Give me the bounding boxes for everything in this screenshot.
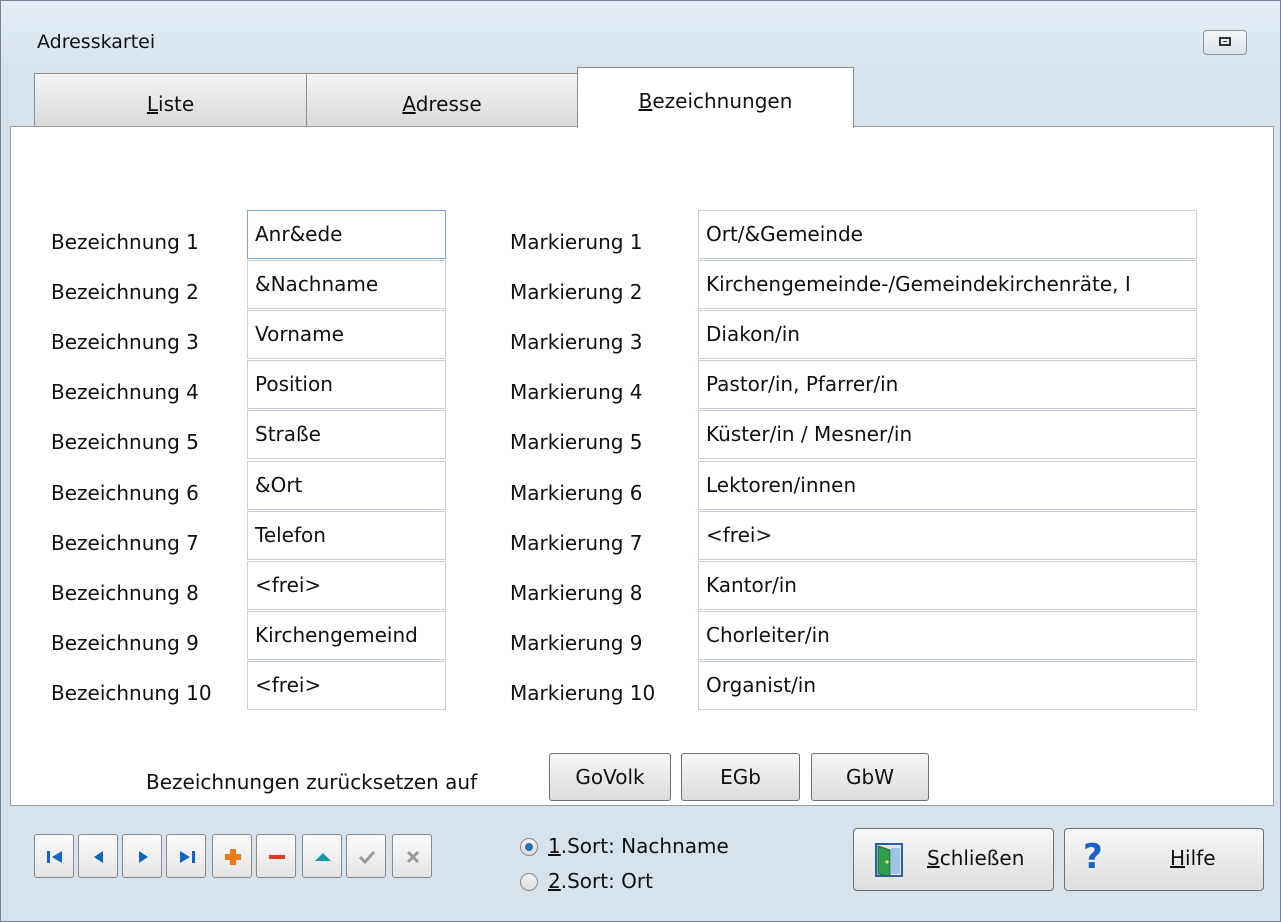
reset-gbw-button[interactable]: GbW [811, 753, 929, 801]
close-button[interactable]: Schließen [853, 828, 1054, 891]
markierung-field[interactable]: Pastor/in, Pfarrer/in [698, 360, 1197, 409]
delete-record-icon [269, 855, 285, 859]
bezeichnung-field[interactable]: Anr&ede [247, 210, 446, 259]
bezeichnung-label: Bezeichnung 7 [51, 531, 199, 555]
bezeichnung-label: Bezeichnung 2 [51, 280, 199, 304]
markierung-field[interactable]: Organist/in [698, 661, 1197, 710]
markierung-label: Markierung 8 [510, 581, 643, 605]
markierung-field[interactable]: Lektoren/innen [698, 461, 1197, 510]
previous-record-button[interactable] [78, 834, 118, 878]
markierung-field[interactable]: <frei> [698, 511, 1197, 560]
edit-record-button[interactable] [302, 834, 342, 878]
bezeichnung-field[interactable]: Position [247, 360, 446, 409]
first-record-icon [47, 851, 62, 863]
help-question-icon: ? [1083, 837, 1103, 877]
title-bar: Adresskartei [1, 1, 1280, 65]
address-file-window: Adresskartei Liste Adresse Bezeichnungen… [0, 0, 1281, 922]
bezeichnung-field[interactable]: &Nachname [247, 260, 446, 309]
bezeichnung-field[interactable]: Vorname [247, 310, 446, 359]
bezeichnung-label: Bezeichnung 10 [51, 681, 212, 705]
next-record-icon [139, 851, 148, 863]
markierung-label: Markierung 10 [510, 681, 656, 705]
markierung-label: Markierung 2 [510, 280, 643, 304]
bezeichnung-label: Bezeichnung 9 [51, 631, 199, 655]
reset-egb-button[interactable]: EGb [681, 753, 800, 801]
cancel-icon [406, 850, 420, 864]
markierung-label: Markierung 5 [510, 430, 643, 454]
bezeichnung-label: Bezeichnung 8 [51, 581, 199, 605]
bezeichnung-label: Bezeichnung 3 [51, 330, 199, 354]
markierung-field[interactable]: Ort/&Gemeinde [698, 210, 1197, 259]
bezeichnung-label: Bezeichnung 6 [51, 481, 199, 505]
markierung-field[interactable]: Kirchengemeinde-/Gemeindekirchenräte, I [698, 260, 1197, 309]
add-record-button[interactable] [212, 834, 252, 878]
edit-record-icon [315, 853, 331, 861]
radio-unselected-icon [520, 873, 538, 891]
bezeichnung-label: Bezeichnung 1 [51, 230, 199, 254]
bezeichnung-field[interactable]: &Ort [247, 461, 446, 510]
markierung-label: Markierung 1 [510, 230, 643, 254]
delete-record-button[interactable] [256, 834, 296, 878]
tab-bezeichnungen[interactable]: Bezeichnungen [577, 67, 854, 128]
tab-liste[interactable]: Liste [34, 73, 307, 127]
markierung-label: Markierung 9 [510, 631, 643, 655]
reset-govolk-button[interactable]: GoVolk [549, 753, 671, 801]
previous-record-icon [94, 851, 103, 863]
exit-door-icon [875, 843, 903, 877]
window-title: Adresskartei [37, 31, 156, 53]
restore-button[interactable] [1203, 30, 1247, 55]
markierung-label: Markierung 6 [510, 481, 643, 505]
bezeichnung-label: Bezeichnung 5 [51, 430, 199, 454]
restore-icon [1219, 37, 1231, 46]
markierung-label: Markierung 7 [510, 531, 643, 555]
markierung-field[interactable]: Chorleiter/in [698, 611, 1197, 660]
confirm-icon [358, 850, 376, 865]
markierung-field[interactable]: Kantor/in [698, 561, 1197, 610]
cancel-button[interactable] [392, 834, 432, 878]
markierung-field[interactable]: Diakon/in [698, 310, 1197, 359]
markierung-label: Markierung 3 [510, 330, 643, 354]
help-button[interactable]: ? Hilfe [1064, 828, 1264, 891]
last-record-button[interactable] [166, 834, 206, 878]
next-record-button[interactable] [122, 834, 162, 878]
add-record-icon [225, 849, 241, 865]
reset-label: Bezeichnungen zurücksetzen auf [146, 770, 478, 794]
markierung-label: Markierung 4 [510, 380, 643, 404]
first-record-button[interactable] [34, 834, 74, 878]
bezeichnung-field[interactable]: Straße [247, 410, 446, 459]
radio-selected-icon [520, 838, 538, 856]
bezeichnung-field[interactable]: Kirchengemeind [247, 611, 446, 660]
tab-adresse[interactable]: Adresse [306, 73, 578, 127]
markierung-field[interactable]: Küster/in / Mesner/in [698, 410, 1197, 459]
bezeichnung-field[interactable]: Telefon [247, 511, 446, 560]
last-record-icon [180, 851, 195, 863]
bezeichnung-label: Bezeichnung 4 [51, 380, 199, 404]
bezeichnung-field[interactable]: <frei> [247, 561, 446, 610]
record-navigation [34, 834, 489, 880]
bezeichnung-field[interactable]: <frei> [247, 661, 446, 710]
confirm-button[interactable] [346, 834, 386, 878]
